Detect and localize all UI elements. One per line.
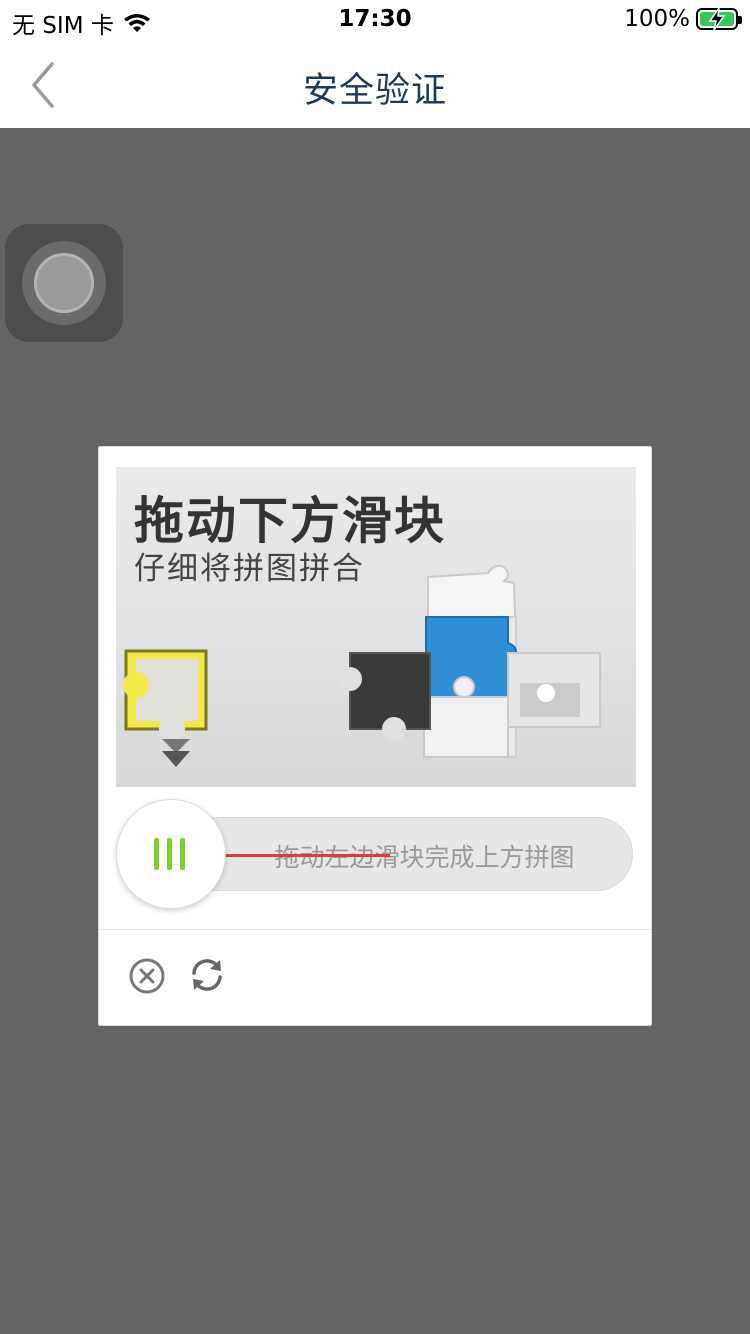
slider-area: 拖动左边滑块完成上方拼图 [116,797,636,911]
assistive-touch-icon[interactable] [5,224,123,342]
close-circle-icon[interactable] [128,957,166,995]
battery-percent: 100% [624,6,690,32]
puzzle-image: 拖动下方滑块 仔细将拼图拼合 [116,467,636,787]
battery-area: 100% [624,6,742,32]
refresh-icon[interactable] [187,955,227,995]
navigation-bar: 安全验证 [0,42,750,128]
status-bar: 无 SIM 卡 17:30 100% [0,0,750,42]
divider [99,929,651,930]
battery-charging-icon [696,7,742,31]
page-title: 安全验证 [302,71,447,111]
captcha-dialog: 拖动下方滑块 仔细将拼图拼合 拖动左边滑块完成上方拼图 [98,446,652,1026]
slider-handle[interactable] [116,799,226,909]
grip-icon [154,838,185,870]
puzzle-subheading: 仔细将拼图拼合 [134,551,365,587]
